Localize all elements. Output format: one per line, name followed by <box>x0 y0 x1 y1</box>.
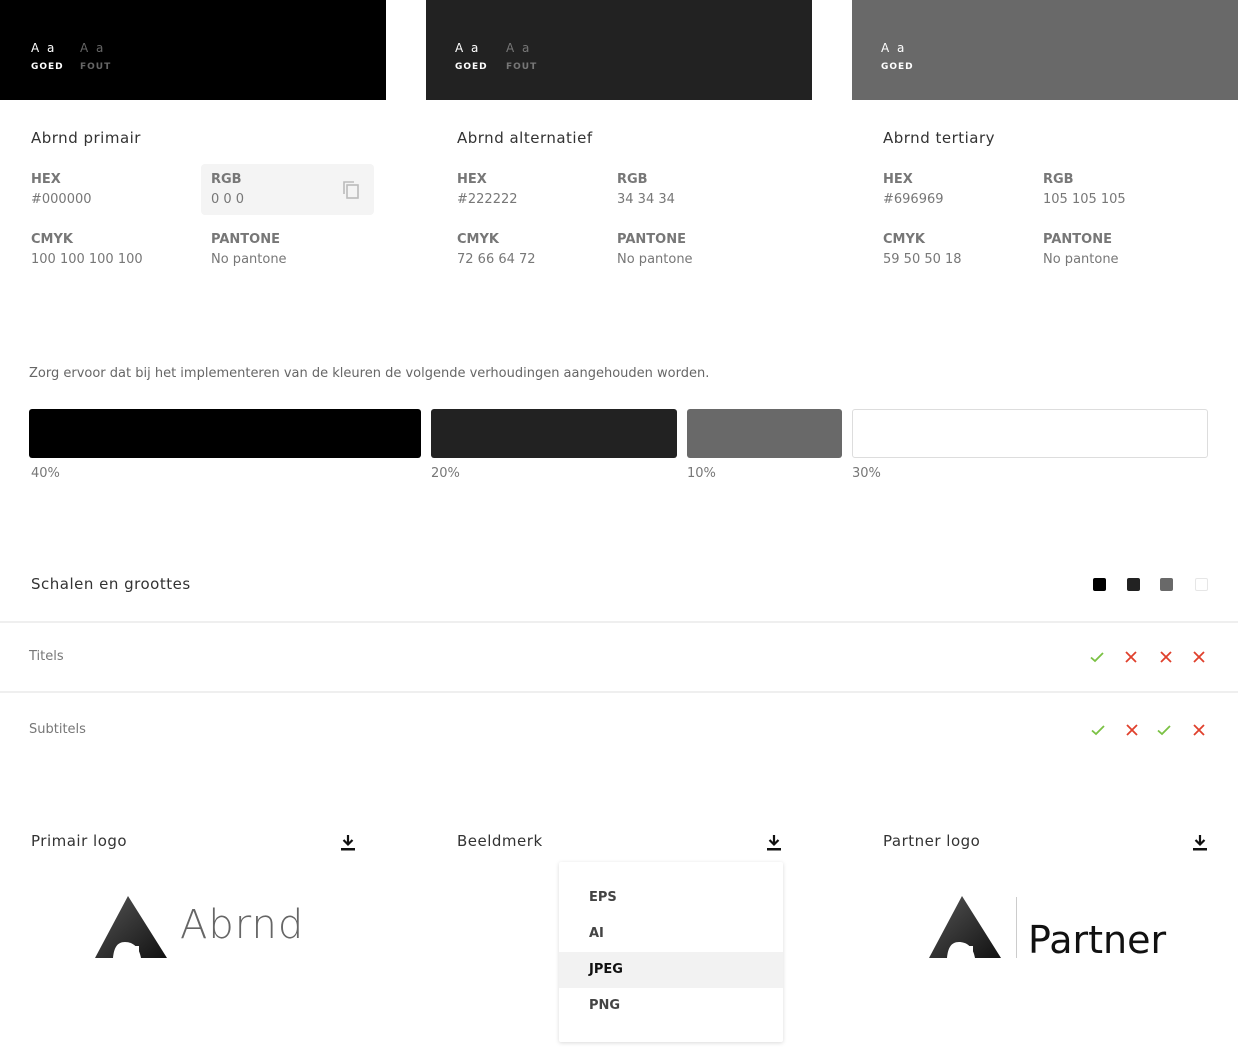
scale-swatch-black <box>1093 578 1106 591</box>
cross-icon <box>1160 651 1172 663</box>
menu-item-ai[interactable]: AI <box>559 916 783 952</box>
ratio-bar-alternative <box>431 409 677 458</box>
bad-label: FOUT <box>80 62 112 72</box>
partner-logo-mark <box>929 896 1001 958</box>
cmyk-value[interactable]: 100 100 100 100 <box>31 252 143 267</box>
check-icon <box>1091 725 1105 736</box>
download-icon[interactable] <box>340 834 356 852</box>
abrnd-wordmark: Abrnd <box>180 902 305 948</box>
ratio-bar-primary <box>29 409 421 458</box>
cross-icon <box>1193 724 1205 736</box>
good-label: GOED <box>31 62 64 72</box>
ratio-label: 40% <box>31 466 60 481</box>
scale-row-label: Subtitels <box>29 722 86 737</box>
color-name: Abrnd primair <box>31 129 141 147</box>
cmyk-key: CMYK <box>883 232 925 247</box>
ratio-label: 30% <box>852 466 881 481</box>
good-label: GOED <box>881 62 914 72</box>
cmyk-key: CMYK <box>31 232 73 247</box>
check-icon <box>1157 725 1171 736</box>
check-icon <box>1090 652 1104 663</box>
download-format-menu: EPS AI JPEG PNG <box>559 862 783 1042</box>
ratio-bar-tertiary <box>687 409 842 458</box>
aa-good-sample: A a <box>455 41 481 55</box>
rgb-key: RGB <box>211 172 242 187</box>
rgb-key: RGB <box>617 172 648 187</box>
good-label: GOED <box>455 62 488 72</box>
aa-bad-sample: A a <box>80 41 106 55</box>
aa-good-sample: A a <box>31 41 57 55</box>
logo-title: Partner logo <box>883 832 981 850</box>
partner-divider <box>1016 897 1017 958</box>
hex-value[interactable]: #696969 <box>883 192 944 207</box>
logo-title: Primair logo <box>31 832 128 850</box>
hex-value[interactable]: #000000 <box>31 192 92 207</box>
ratio-label: 20% <box>431 466 460 481</box>
scale-swatch-white <box>1195 578 1208 591</box>
ratio-bar-white <box>852 409 1208 458</box>
rgb-value[interactable]: 34 34 34 <box>617 192 675 207</box>
aa-good-sample: A a <box>881 41 907 55</box>
cmyk-value[interactable]: 72 66 64 72 <box>457 252 536 267</box>
pantone-key: PANTONE <box>1043 232 1112 247</box>
scale-swatch-dark <box>1127 578 1140 591</box>
partner-wordmark: Partner <box>1028 918 1167 962</box>
row-divider <box>0 691 1238 693</box>
cross-icon <box>1193 651 1205 663</box>
bad-label: FOUT <box>506 62 538 72</box>
download-icon[interactable] <box>766 834 782 852</box>
row-divider <box>0 621 1238 623</box>
cmyk-value[interactable]: 59 50 50 18 <box>883 252 962 267</box>
cmyk-key: CMYK <box>457 232 499 247</box>
pantone-value: No pantone <box>617 252 693 267</box>
swatch-alternative: A a GOED A a FOUT <box>426 0 812 100</box>
logo-title: Beeldmerk <box>457 832 543 850</box>
rgb-value[interactable]: 105 105 105 <box>1043 192 1126 207</box>
cross-icon <box>1125 651 1137 663</box>
scale-swatch-grey <box>1160 578 1173 591</box>
rgb-key: RGB <box>1043 172 1074 187</box>
hex-key: HEX <box>883 172 913 187</box>
hex-value[interactable]: #222222 <box>457 192 518 207</box>
pantone-key: PANTONE <box>617 232 686 247</box>
scales-title: Schalen en groottes <box>31 575 191 593</box>
ratio-intro: Zorg ervoor dat bij het implementeren va… <box>29 366 710 381</box>
pantone-value: No pantone <box>211 252 287 267</box>
ratio-label: 10% <box>687 466 716 481</box>
aa-bad-sample: A a <box>506 41 532 55</box>
menu-item-png[interactable]: PNG <box>559 988 783 1024</box>
hex-key: HEX <box>457 172 487 187</box>
rgb-value[interactable]: 0 0 0 <box>211 192 244 207</box>
abrnd-logo-mark <box>95 896 167 958</box>
menu-item-eps[interactable]: EPS <box>559 880 783 916</box>
swatch-tertiary: A a GOED <box>852 0 1238 100</box>
pantone-key: PANTONE <box>211 232 280 247</box>
scale-row-label: Titels <box>29 649 64 664</box>
cross-icon <box>1126 724 1138 736</box>
color-name: Abrnd alternatief <box>457 129 593 147</box>
hex-key: HEX <box>31 172 61 187</box>
menu-item-jpeg[interactable]: JPEG <box>559 952 783 988</box>
color-name: Abrnd tertiary <box>883 129 996 147</box>
swatch-primary: A a GOED A a FOUT <box>0 0 386 100</box>
download-icon[interactable] <box>1192 834 1208 852</box>
pantone-value: No pantone <box>1043 252 1119 267</box>
copy-icon[interactable] <box>342 180 360 200</box>
